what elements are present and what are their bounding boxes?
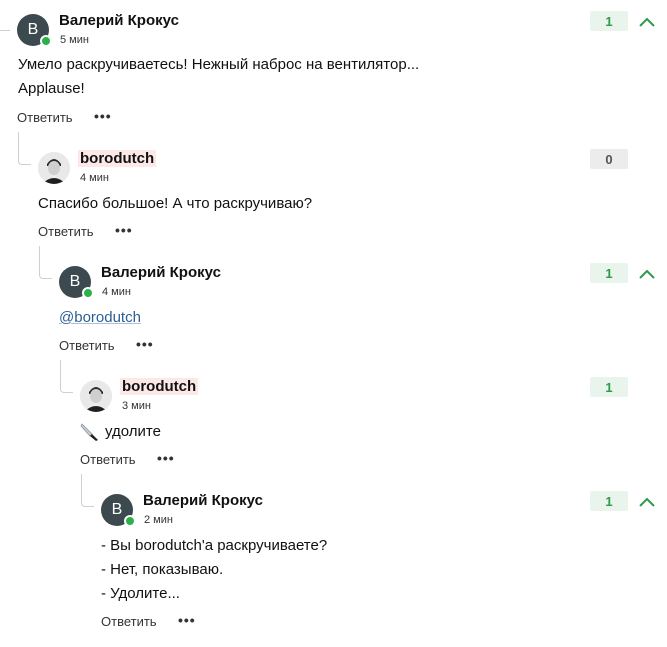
avatar[interactable]: B	[59, 266, 94, 299]
more-options-button[interactable]: •••	[136, 336, 154, 352]
thread-line	[18, 132, 31, 165]
reply-button[interactable]: Ответить	[80, 452, 136, 467]
comment-text-line: - Удолите...	[101, 585, 180, 602]
comment-author[interactable]: borodutch	[120, 378, 199, 395]
comment-author[interactable]: Валерий Крокус	[59, 12, 179, 29]
chevron-up-icon[interactable]	[638, 16, 656, 28]
comment-text-line: Applause!	[18, 80, 85, 97]
avatar[interactable]	[38, 152, 70, 184]
comment-score: 0	[590, 149, 628, 169]
comment-author[interactable]: Валерий Крокус	[101, 264, 221, 281]
comment-time[interactable]: 2 мин	[144, 514, 173, 526]
comment-time[interactable]: 5 мин	[60, 34, 89, 46]
comment-text-line: - Нет, показываю.	[101, 561, 224, 578]
avatar[interactable]: B	[17, 14, 52, 47]
knife-icon	[80, 423, 98, 441]
more-options-button[interactable]: •••	[115, 222, 133, 238]
comment-score: 1	[590, 263, 628, 283]
reply-button[interactable]: Ответить	[101, 614, 157, 629]
comment-score: 1	[590, 377, 628, 397]
avatar[interactable]	[80, 380, 112, 412]
comment-score: 1	[590, 11, 628, 31]
comment-score: 1	[590, 491, 628, 511]
mention-link[interactable]: @borodutch	[59, 306, 141, 330]
online-indicator	[40, 35, 52, 47]
comment-text-line: Умело раскручиваетесь! Нежный наброс на …	[18, 56, 420, 73]
avatar-image	[38, 152, 70, 184]
comment-time[interactable]: 3 мин	[122, 400, 151, 412]
comment-text-line: удолите	[105, 423, 161, 440]
reply-button[interactable]: Ответить	[17, 110, 73, 125]
online-indicator	[124, 515, 136, 527]
comment-author[interactable]: borodutch	[78, 150, 157, 167]
comment-text-line: Спасибо большое! А что раскручиваю?	[38, 195, 313, 212]
more-options-button[interactable]: •••	[157, 450, 175, 466]
thread-line	[39, 246, 52, 279]
reply-button[interactable]: Ответить	[38, 224, 94, 239]
comment-time[interactable]: 4 мин	[80, 172, 109, 184]
more-options-button[interactable]: •••	[178, 612, 196, 628]
thread-connector	[0, 30, 10, 31]
chevron-up-icon[interactable]	[638, 268, 656, 280]
comment-time[interactable]: 4 мин	[102, 286, 131, 298]
online-indicator	[82, 287, 94, 299]
reply-button[interactable]: Ответить	[59, 338, 115, 353]
thread-line	[60, 360, 73, 393]
more-options-button[interactable]: •••	[94, 108, 112, 124]
thread-line	[81, 474, 94, 507]
avatar[interactable]: B	[101, 494, 136, 527]
avatar-image	[80, 380, 112, 412]
chevron-up-icon[interactable]	[638, 496, 656, 508]
comment-author[interactable]: Валерий Крокус	[143, 492, 263, 509]
comment-text-line: - Вы borodutch'а раскручиваете?	[101, 537, 328, 554]
